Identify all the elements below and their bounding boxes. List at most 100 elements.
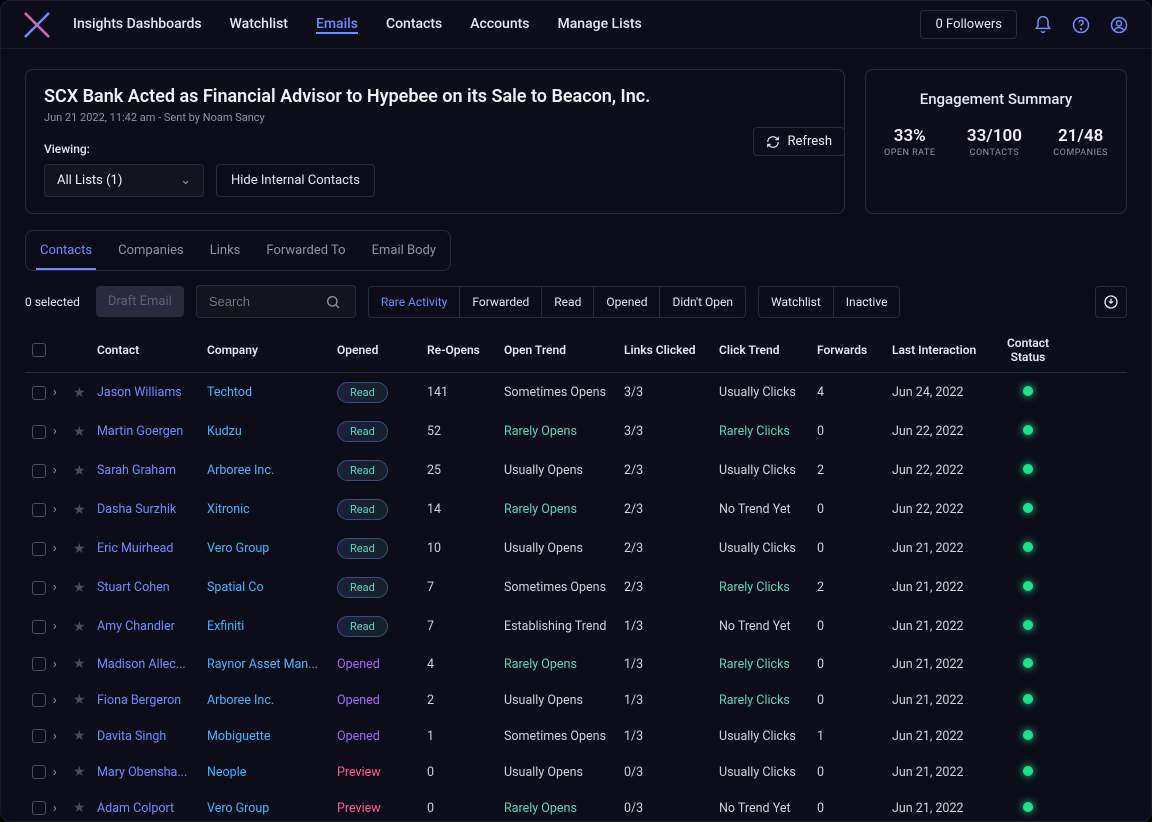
row-checkbox[interactable] bbox=[32, 503, 46, 517]
company-link[interactable]: Neople bbox=[207, 765, 337, 780]
row-checkbox[interactable] bbox=[32, 425, 46, 439]
followers-pill[interactable]: 0 Followers bbox=[920, 10, 1017, 39]
row-checkbox[interactable] bbox=[32, 657, 46, 671]
expand-icon[interactable]: › bbox=[53, 385, 73, 400]
row-checkbox[interactable] bbox=[32, 765, 46, 779]
star-icon[interactable]: ★ bbox=[73, 385, 97, 401]
bell-icon[interactable] bbox=[1031, 13, 1055, 37]
avatar-icon[interactable] bbox=[1107, 13, 1131, 37]
select-all-checkbox[interactable] bbox=[32, 343, 46, 357]
company-link[interactable]: Raynor Asset Man... bbox=[207, 657, 337, 672]
expand-icon[interactable]: › bbox=[53, 801, 73, 816]
nav-emails[interactable]: Emails bbox=[316, 16, 358, 34]
row-checkbox[interactable] bbox=[32, 542, 46, 556]
expand-icon[interactable]: › bbox=[53, 693, 73, 708]
col-company[interactable]: Company bbox=[207, 343, 337, 357]
filter-didn-t-open[interactable]: Didn't Open bbox=[660, 287, 745, 317]
star-icon[interactable]: ★ bbox=[73, 692, 97, 708]
star-icon[interactable]: ★ bbox=[73, 463, 97, 479]
contact-link[interactable]: Eric Muirhead bbox=[97, 541, 207, 556]
col-click-trend[interactable]: Click Trend bbox=[719, 343, 817, 357]
star-icon[interactable]: ★ bbox=[73, 541, 97, 557]
company-link[interactable]: Kudzu bbox=[207, 424, 337, 439]
star-icon[interactable]: ★ bbox=[73, 728, 97, 744]
expand-icon[interactable]: › bbox=[53, 424, 73, 439]
expand-icon[interactable]: › bbox=[53, 765, 73, 780]
col-open-trend[interactable]: Open Trend bbox=[504, 343, 624, 357]
refresh-button[interactable]: Refresh bbox=[753, 127, 845, 156]
star-icon[interactable]: ★ bbox=[73, 424, 97, 440]
contact-link[interactable]: Dasha Surzhik bbox=[97, 502, 207, 517]
row-checkbox[interactable] bbox=[32, 620, 46, 634]
company-link[interactable]: Vero Group bbox=[207, 801, 337, 816]
company-link[interactable]: Arboree Inc. bbox=[207, 463, 337, 478]
filter-inactive[interactable]: Inactive bbox=[834, 287, 900, 317]
nav-accounts[interactable]: Accounts bbox=[470, 16, 529, 34]
draft-email-button[interactable]: Draft Email bbox=[96, 286, 184, 317]
filter-rare-activity[interactable]: Rare Activity bbox=[369, 287, 461, 317]
col-last-interaction[interactable]: Last Interaction bbox=[892, 343, 998, 357]
download-button[interactable] bbox=[1095, 286, 1127, 318]
expand-icon[interactable]: › bbox=[53, 463, 73, 478]
star-icon[interactable]: ★ bbox=[73, 764, 97, 780]
expand-icon[interactable]: › bbox=[53, 580, 73, 595]
contact-link[interactable]: Fiona Bergeron bbox=[97, 693, 207, 708]
col-contact[interactable]: Contact bbox=[97, 343, 207, 357]
col-links-clicked[interactable]: Links Clicked bbox=[624, 343, 719, 357]
search-input-wrap[interactable] bbox=[196, 285, 356, 318]
nav-insights-dashboards[interactable]: Insights Dashboards bbox=[73, 16, 202, 34]
company-link[interactable]: Techtod bbox=[207, 385, 337, 400]
star-icon[interactable]: ★ bbox=[73, 656, 97, 672]
hide-internal-button[interactable]: Hide Internal Contacts bbox=[216, 164, 375, 197]
col-reopens[interactable]: Re-Opens bbox=[427, 343, 504, 357]
search-input[interactable] bbox=[205, 286, 325, 317]
company-link[interactable]: Spatial Co bbox=[207, 580, 337, 595]
col-opened[interactable]: Opened bbox=[337, 343, 427, 357]
help-icon[interactable] bbox=[1069, 13, 1093, 37]
row-checkbox[interactable] bbox=[32, 386, 46, 400]
tab-contacts[interactable]: Contacts bbox=[36, 235, 96, 270]
company-link[interactable]: Xitronic bbox=[207, 502, 337, 517]
company-link[interactable]: Arboree Inc. bbox=[207, 693, 337, 708]
row-checkbox[interactable] bbox=[32, 801, 46, 815]
star-icon[interactable]: ★ bbox=[73, 502, 97, 518]
contact-link[interactable]: Madison Allec... bbox=[97, 657, 207, 672]
col-forwards[interactable]: Forwards bbox=[817, 343, 892, 357]
tab-forwarded-to[interactable]: Forwarded To bbox=[262, 235, 349, 270]
company-link[interactable]: Vero Group bbox=[207, 541, 337, 556]
company-link[interactable]: Mobiguette bbox=[207, 729, 337, 744]
company-link[interactable]: Exfiniti bbox=[207, 619, 337, 634]
star-icon[interactable]: ★ bbox=[73, 800, 97, 816]
filter-opened[interactable]: Opened bbox=[594, 287, 660, 317]
expand-icon[interactable]: › bbox=[53, 657, 73, 672]
star-icon[interactable]: ★ bbox=[73, 580, 97, 596]
expand-icon[interactable]: › bbox=[53, 619, 73, 634]
list-select[interactable]: All Lists (1) ⌄ bbox=[44, 164, 204, 197]
contact-link[interactable]: Adam Colport bbox=[97, 801, 207, 816]
expand-icon[interactable]: › bbox=[53, 502, 73, 517]
filter-read[interactable]: Read bbox=[542, 287, 594, 317]
contact-link[interactable]: Jason Williams bbox=[97, 385, 207, 400]
col-contact-status[interactable]: Contact Status bbox=[998, 336, 1058, 364]
contact-link[interactable]: Amy Chandler bbox=[97, 619, 207, 634]
row-checkbox[interactable] bbox=[32, 464, 46, 478]
filter-watchlist[interactable]: Watchlist bbox=[759, 287, 834, 317]
nav-manage-lists[interactable]: Manage Lists bbox=[558, 16, 642, 34]
contact-link[interactable]: Davita Singh bbox=[97, 729, 207, 744]
row-checkbox[interactable] bbox=[32, 693, 46, 707]
nav-watchlist[interactable]: Watchlist bbox=[230, 16, 288, 34]
contact-link[interactable]: Sarah Graham bbox=[97, 463, 207, 478]
nav-contacts[interactable]: Contacts bbox=[386, 16, 442, 34]
app-logo[interactable] bbox=[21, 9, 53, 41]
tab-links[interactable]: Links bbox=[206, 235, 245, 270]
contact-link[interactable]: Stuart Cohen bbox=[97, 580, 207, 595]
tab-companies[interactable]: Companies bbox=[114, 235, 188, 270]
star-icon[interactable]: ★ bbox=[73, 619, 97, 635]
expand-icon[interactable]: › bbox=[53, 729, 73, 744]
row-checkbox[interactable] bbox=[32, 581, 46, 595]
row-checkbox[interactable] bbox=[32, 729, 46, 743]
expand-icon[interactable]: › bbox=[53, 541, 73, 556]
contact-link[interactable]: Martin Goergen bbox=[97, 424, 207, 439]
filter-forwarded[interactable]: Forwarded bbox=[460, 287, 542, 317]
contact-link[interactable]: Mary Obensha... bbox=[97, 765, 207, 780]
